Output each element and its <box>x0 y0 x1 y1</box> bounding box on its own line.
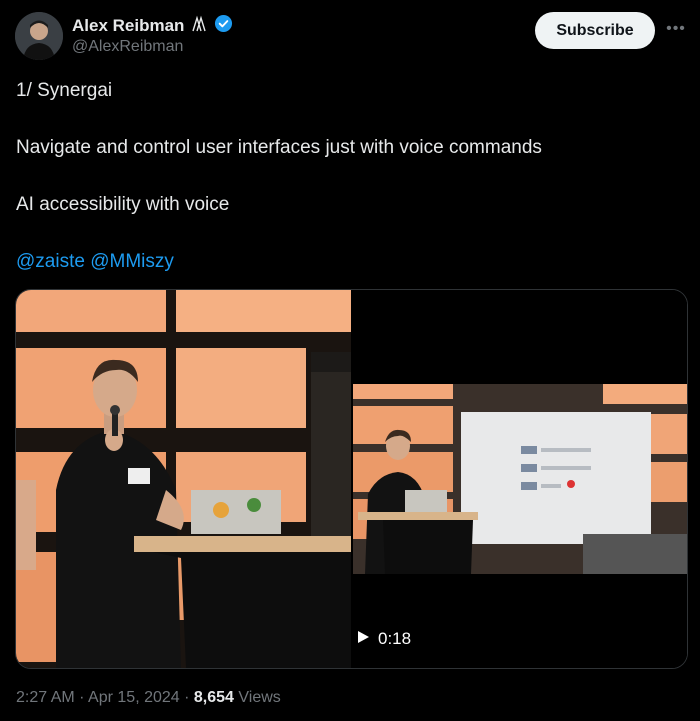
views-count: 8,654 <box>193 689 234 706</box>
separator: · <box>184 689 190 706</box>
mention-link[interactable]: @zaiste <box>16 251 85 272</box>
photo-speaker[interactable] <box>16 290 351 668</box>
tweet-time[interactable]: 2:27 AM <box>16 689 75 706</box>
video-player[interactable] <box>353 290 687 668</box>
tweet-line-1: 1/ Synergai <box>16 80 113 101</box>
video-controls: 0:18 <box>356 629 411 649</box>
affiliate-badge-icon <box>190 15 208 38</box>
subscribe-button[interactable]: Subscribe <box>535 12 655 49</box>
more-options-icon[interactable]: ••• <box>665 18 687 40</box>
video-duration: 0:18 <box>378 629 412 648</box>
tweet-mentions: @zaiste @MMiszy <box>16 251 174 273</box>
separator: · <box>79 689 85 706</box>
tweet-line-3: AI accessibility with voice <box>16 194 230 215</box>
mention-link[interactable]: @MMiszy <box>90 251 174 272</box>
author-name[interactable]: Alex Reibman <box>72 16 184 36</box>
media-container <box>15 289 688 669</box>
author-handle[interactable]: @AlexReibman <box>72 38 183 56</box>
verified-badge-icon <box>214 14 233 38</box>
tweet-date[interactable]: Apr 15, 2024 <box>88 689 180 706</box>
tweet-meta: 2:27 AM · Apr 15, 2024 · 8,654 Views <box>16 689 281 707</box>
tweet-line-2: Navigate and control user interfaces jus… <box>16 137 542 158</box>
author-name-row[interactable]: Alex Reibman <box>72 14 233 38</box>
views-label: Views <box>238 689 281 706</box>
avatar[interactable] <box>15 12 63 60</box>
play-icon[interactable] <box>356 630 370 649</box>
